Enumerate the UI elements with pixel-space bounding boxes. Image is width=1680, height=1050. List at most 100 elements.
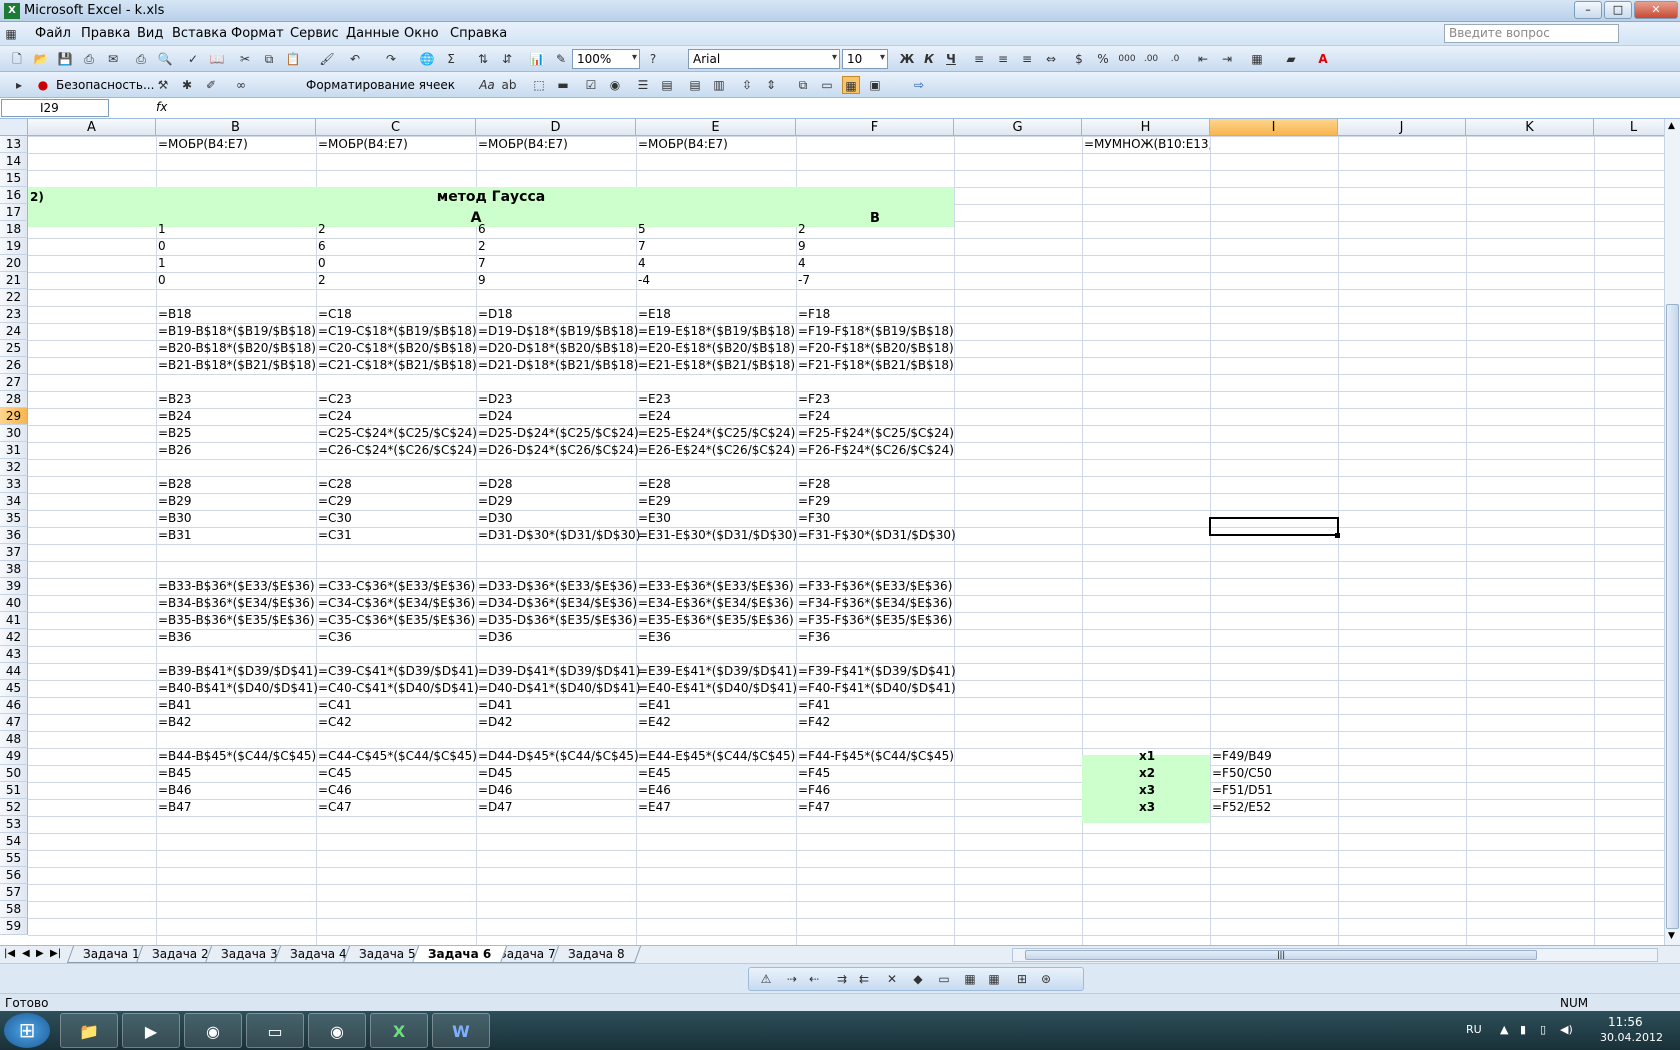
cell-e44[interactable]: =E39-E$41*($D39/$D$41) <box>636 663 797 680</box>
cell-e29[interactable]: =E24 <box>636 408 671 425</box>
row-header-55[interactable]: 55 <box>0 850 28 867</box>
row-header-31[interactable]: 31 <box>0 442 28 459</box>
menu-help[interactable]: Справка <box>450 26 507 41</box>
cell-c21[interactable]: 2 <box>316 272 326 289</box>
cell-c40[interactable]: =C34-C$36*($E34/$E$36) <box>316 595 475 612</box>
cell-b26[interactable]: =B21-B$18*($B21/$B$18) <box>156 357 316 374</box>
cell-e41[interactable]: =E35-E$36*($E35/$E$36) <box>636 612 794 629</box>
cell-e51[interactable]: =E46 <box>636 782 671 799</box>
paste-icon[interactable]: 📋 <box>284 50 302 68</box>
cell-e18[interactable]: 5 <box>636 221 646 238</box>
cell-e42[interactable]: =E36 <box>636 629 671 646</box>
option-control-icon[interactable]: ◉ <box>606 76 624 94</box>
code-icon[interactable]: ▭ <box>818 76 836 94</box>
cell-b29[interactable]: =B24 <box>156 408 192 425</box>
spreadsheet-grid[interactable]: A B C D E F G H I J K L 13 14 15 16 17 18 19 20… <box>0 119 1664 945</box>
cell-c36[interactable]: =C31 <box>316 527 352 544</box>
row-header-16[interactable]: 16 <box>0 187 28 204</box>
row-header-35[interactable]: 35 <box>0 510 28 527</box>
row-header-50[interactable]: 50 <box>0 765 28 782</box>
first-sheet-icon[interactable]: |◀ <box>4 948 15 959</box>
row-header-18[interactable]: 18 <box>0 221 28 238</box>
cell-d18[interactable]: 6 <box>476 221 486 238</box>
spinner-control-icon[interactable]: ⇳ <box>738 76 756 94</box>
cell-c41[interactable]: =C35-C$36*($E35/$E$36) <box>316 612 475 629</box>
cell-f51[interactable]: =F46 <box>796 782 830 799</box>
cell-b41[interactable]: =B35-B$36*($E35/$E$36) <box>156 612 315 629</box>
cell-f40[interactable]: =F34-F$36*($E34/$E$36) <box>796 595 952 612</box>
scroll-up-icon[interactable]: ▲ <box>1668 121 1675 131</box>
new-comment-icon[interactable]: ▭ <box>935 970 953 988</box>
cell-h50-label[interactable]: x2 <box>1082 765 1210 782</box>
next-sheet-icon[interactable]: ▶ <box>36 948 44 959</box>
cell-e35[interactable]: =E30 <box>636 510 671 527</box>
cell-i49[interactable]: =F49/B49 <box>1210 748 1272 765</box>
cell-e31[interactable]: =E26-E$24*($C26/$C$24) <box>636 442 795 459</box>
cell-b21[interactable]: 0 <box>156 272 166 289</box>
cell-f50[interactable]: =F45 <box>796 765 830 782</box>
percent-icon[interactable]: % <box>1094 50 1112 68</box>
cell-b30[interactable]: =B25 <box>156 425 192 442</box>
cell-f47[interactable]: =F42 <box>796 714 830 731</box>
cell-f36[interactable]: =F31-F$30*($D31/$D$30) <box>796 527 956 544</box>
cell-d30[interactable]: =D25-D$24*($C25/$C$24) <box>476 425 639 442</box>
permission-icon[interactable]: ⎙ <box>80 50 98 68</box>
cell-c35[interactable]: =C30 <box>316 510 352 527</box>
cell-f29[interactable]: =F24 <box>796 408 830 425</box>
cell-d33[interactable]: =D28 <box>476 476 513 493</box>
cell-f31[interactable]: =F26-F$24*($C26/$C$24) <box>796 442 954 459</box>
cell-c31[interactable]: =C26-C$24*($C26/$C$24) <box>316 442 477 459</box>
record-icon[interactable]: ● <box>34 76 52 94</box>
fill-handle[interactable] <box>1335 533 1340 538</box>
row-header-17[interactable]: 17 <box>0 204 28 221</box>
fill-color-icon[interactable]: ▰ <box>1282 50 1300 68</box>
cell-h49-label[interactable]: x1 <box>1082 748 1210 765</box>
grid-toggle-icon[interactable]: ▦ <box>842 76 860 94</box>
scroll-down-icon[interactable]: ▼ <box>1668 931 1675 941</box>
arrow-right-icon[interactable]: ⇨ <box>910 76 928 94</box>
increase-decimal-icon[interactable]: .00 <box>1142 50 1160 68</box>
column-header-f[interactable]: F <box>796 119 954 136</box>
column-header-e[interactable]: E <box>636 119 796 136</box>
menu-data[interactable]: Данные <box>346 26 399 41</box>
toolbox-icon[interactable]: ⚒ <box>154 76 172 94</box>
active-cell-i29[interactable] <box>1209 517 1339 536</box>
row-header-24[interactable]: 24 <box>0 323 28 340</box>
design-mode-icon[interactable]: ✐ <box>202 76 220 94</box>
cell-c49[interactable]: =C44-C$45*($C44/$C$45) <box>316 748 477 765</box>
column-header-b[interactable]: B <box>156 119 316 136</box>
cell-d23[interactable]: =D18 <box>476 306 513 323</box>
combobox-control-icon[interactable]: ▤ <box>658 76 676 94</box>
row-header-32[interactable]: 32 <box>0 459 28 476</box>
font-select[interactable]: Arial <box>688 49 840 69</box>
row-header-28[interactable]: 28 <box>0 391 28 408</box>
cell-c24[interactable]: =C19-C$18*($B19/$B$18) <box>316 323 477 340</box>
sort-ascending-icon[interactable]: ⇅ <box>474 50 492 68</box>
row-header-21[interactable]: 21 <box>0 272 28 289</box>
cell-e33[interactable]: =E28 <box>636 476 671 493</box>
row-header-29[interactable]: 29 <box>0 408 28 425</box>
cell-c42[interactable]: =C36 <box>316 629 352 646</box>
menu-insert[interactable]: Вставка <box>172 26 227 41</box>
font-color-icon[interactable]: A <box>1314 50 1332 68</box>
format-cells-button[interactable]: Форматирование ячеек <box>306 78 455 92</box>
cell-b36[interactable]: =B31 <box>156 527 192 544</box>
row-header-47[interactable]: 47 <box>0 714 28 731</box>
cell-c26[interactable]: =C21-C$18*($B21/$B$18) <box>316 357 477 374</box>
maximize-button[interactable]: □ <box>1604 1 1632 19</box>
cell-d36[interactable]: =D31-D$30*($D31/$D$30) <box>476 527 640 544</box>
minimize-button[interactable]: – <box>1574 1 1602 19</box>
format-painter-icon[interactable]: 🖌 <box>318 50 336 68</box>
cell-e36[interactable]: =E31-E$30*($D31/$D$30) <box>636 527 797 544</box>
row-header-13[interactable]: 13 <box>0 136 28 153</box>
clock-time[interactable]: 11:56 <box>1608 1015 1643 1029</box>
increase-indent-icon[interactable]: ⇥ <box>1218 50 1236 68</box>
email-icon[interactable]: ✉ <box>104 50 122 68</box>
trace-error-icon[interactable]: ◆ <box>909 970 927 988</box>
copy-icon[interactable]: ⧉ <box>260 50 278 68</box>
cell-c46[interactable]: =C41 <box>316 697 352 714</box>
cell-d52[interactable]: =D47 <box>476 799 513 816</box>
cell-e52[interactable]: =E47 <box>636 799 671 816</box>
cell-b42[interactable]: =B36 <box>156 629 192 646</box>
new-icon[interactable]: 🗋 <box>8 50 26 68</box>
